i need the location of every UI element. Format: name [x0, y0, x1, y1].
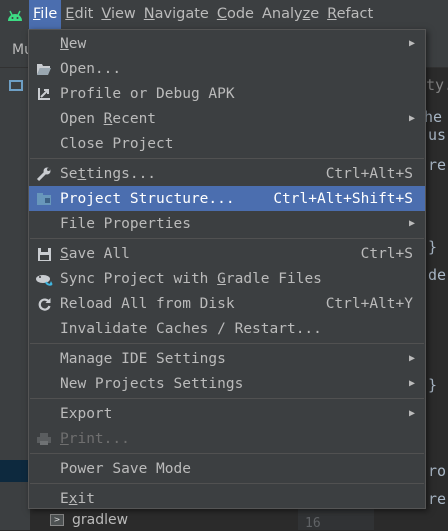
menu-view[interactable]: View	[97, 0, 139, 29]
menu-item-label: New Projects Settings	[60, 375, 244, 392]
editor-text: de	[428, 266, 447, 284]
menu-item-label: Open...	[60, 60, 122, 77]
printer-icon	[35, 430, 53, 448]
submenu-arrow-icon: ▶	[408, 113, 415, 124]
menu-item-label: Settings...	[60, 165, 157, 182]
menu-navigate[interactable]: Navigate	[140, 0, 213, 29]
menu-item-label: Print...	[60, 430, 130, 447]
submenu-arrow-icon: ▶	[408, 378, 415, 389]
shortcut-label: Ctrl+Alt+Shift+S	[273, 190, 413, 207]
menu-item-file-properties[interactable]: File Properties ▶	[29, 211, 425, 236]
project-view-icon[interactable]	[9, 80, 23, 91]
menu-item-label: Invalidate Caches / Restart...	[60, 320, 322, 337]
menu-item-exit[interactable]: Exit	[29, 486, 425, 511]
editor-text: us	[428, 126, 447, 144]
menu-analyze[interactable]: Analyze	[258, 0, 323, 29]
menu-item-close-project[interactable]: Close Project	[29, 131, 425, 156]
submenu-arrow-icon: ▶	[408, 218, 415, 229]
menu-item-label: Close Project	[60, 135, 174, 152]
menu-item-open[interactable]: Open...	[29, 56, 425, 81]
menu-item-label: Exit	[60, 490, 95, 507]
save-icon	[35, 245, 53, 263]
folder-open-icon	[35, 60, 53, 78]
reload-icon	[35, 295, 53, 313]
menu-file[interactable]: File	[29, 0, 62, 29]
tree-item-gradlew[interactable]: > gradlew	[50, 512, 128, 528]
menu-item-label: Power Save Mode	[60, 460, 191, 477]
menu-item-open-recent[interactable]: Open Recent ▶	[29, 106, 425, 131]
submenu-arrow-icon: ▶	[408, 38, 415, 49]
shortcut-label: Ctrl+Alt+S	[325, 165, 413, 182]
gradle-sync-icon	[35, 270, 53, 288]
menu-item-print[interactable]: Print...	[29, 426, 425, 451]
menu-item-label: File Properties	[60, 215, 191, 232]
file-menu-dropdown: New ▶ Open... Profile or Debug APK Open Rece…	[28, 29, 426, 509]
menu-separator	[30, 483, 424, 484]
menu-separator	[30, 158, 424, 159]
editor-text: }	[428, 376, 438, 394]
editor-text: re	[428, 490, 447, 508]
menu-item-label: Open Recent	[60, 110, 157, 127]
menu-item-settings[interactable]: Settings... Ctrl+Alt+S	[29, 161, 425, 186]
menu-item-sync-project-with-gradle-files[interactable]: Sync Project with Gradle Files	[29, 266, 425, 291]
menu-code[interactable]: Code	[213, 0, 258, 29]
menu-item-label: Export	[60, 405, 113, 422]
submenu-arrow-icon: ▶	[408, 408, 415, 419]
menu-refact[interactable]: Refact	[323, 0, 377, 29]
menu-separator	[30, 453, 424, 454]
menu-item-new[interactable]: New ▶	[29, 31, 425, 56]
file-icon: >	[50, 514, 64, 526]
menu-item-invalidate-caches-restart[interactable]: Invalidate Caches / Restart...	[29, 316, 425, 341]
menu-item-label: Sync Project with Gradle Files	[60, 270, 322, 287]
menu-separator	[30, 343, 424, 344]
menu-item-manage-ide-settings[interactable]: Manage IDE Settings ▶	[29, 346, 425, 371]
menu-item-save-all[interactable]: Save All Ctrl+S	[29, 241, 425, 266]
menu-item-reload-all-from-disk[interactable]: Reload All from Disk Ctrl+Alt+Y	[29, 291, 425, 316]
profile-apk-icon	[35, 85, 53, 103]
menu-separator	[30, 398, 424, 399]
shortcut-label: Ctrl+Alt+Y	[325, 295, 413, 312]
main-menu-bar: File Edit View Navigate Code Analyze Refact	[0, 0, 448, 29]
editor-text: re	[428, 156, 447, 174]
wrench-icon	[35, 165, 53, 183]
menu-item-label: Project Structure...	[60, 190, 235, 207]
tree-item-label: gradlew	[72, 512, 129, 528]
shortcut-label: Ctrl+S	[360, 245, 413, 262]
menu-item-label: New	[60, 35, 87, 52]
menu-item-label: Reload All from Disk	[60, 295, 235, 312]
menu-edit[interactable]: Edit	[61, 0, 97, 29]
tree-selection	[0, 460, 30, 482]
android-logo-icon	[0, 0, 29, 29]
menu-separator	[30, 238, 424, 239]
editor-text: he	[424, 108, 443, 126]
editor-text: ro	[428, 462, 447, 480]
line-number: 16	[305, 516, 321, 531]
project-structure-icon	[35, 190, 53, 208]
editor-text: ty.	[426, 76, 448, 94]
menu-item-export[interactable]: Export ▶	[29, 401, 425, 426]
submenu-arrow-icon: ▶	[408, 353, 415, 364]
menu-item-label: Save All	[60, 245, 130, 262]
menu-item-label: Manage IDE Settings	[60, 350, 226, 367]
menu-item-label: Profile or Debug APK	[60, 85, 235, 102]
menu-item-profile-or-debug-apk[interactable]: Profile or Debug APK	[29, 81, 425, 106]
editor-text: }	[428, 238, 438, 256]
menu-item-new-projects-settings[interactable]: New Projects Settings ▶	[29, 371, 425, 396]
menu-item-project-structure[interactable]: Project Structure... Ctrl+Alt+Shift+S	[29, 186, 425, 211]
menu-item-power-save-mode[interactable]: Power Save Mode	[29, 456, 425, 481]
